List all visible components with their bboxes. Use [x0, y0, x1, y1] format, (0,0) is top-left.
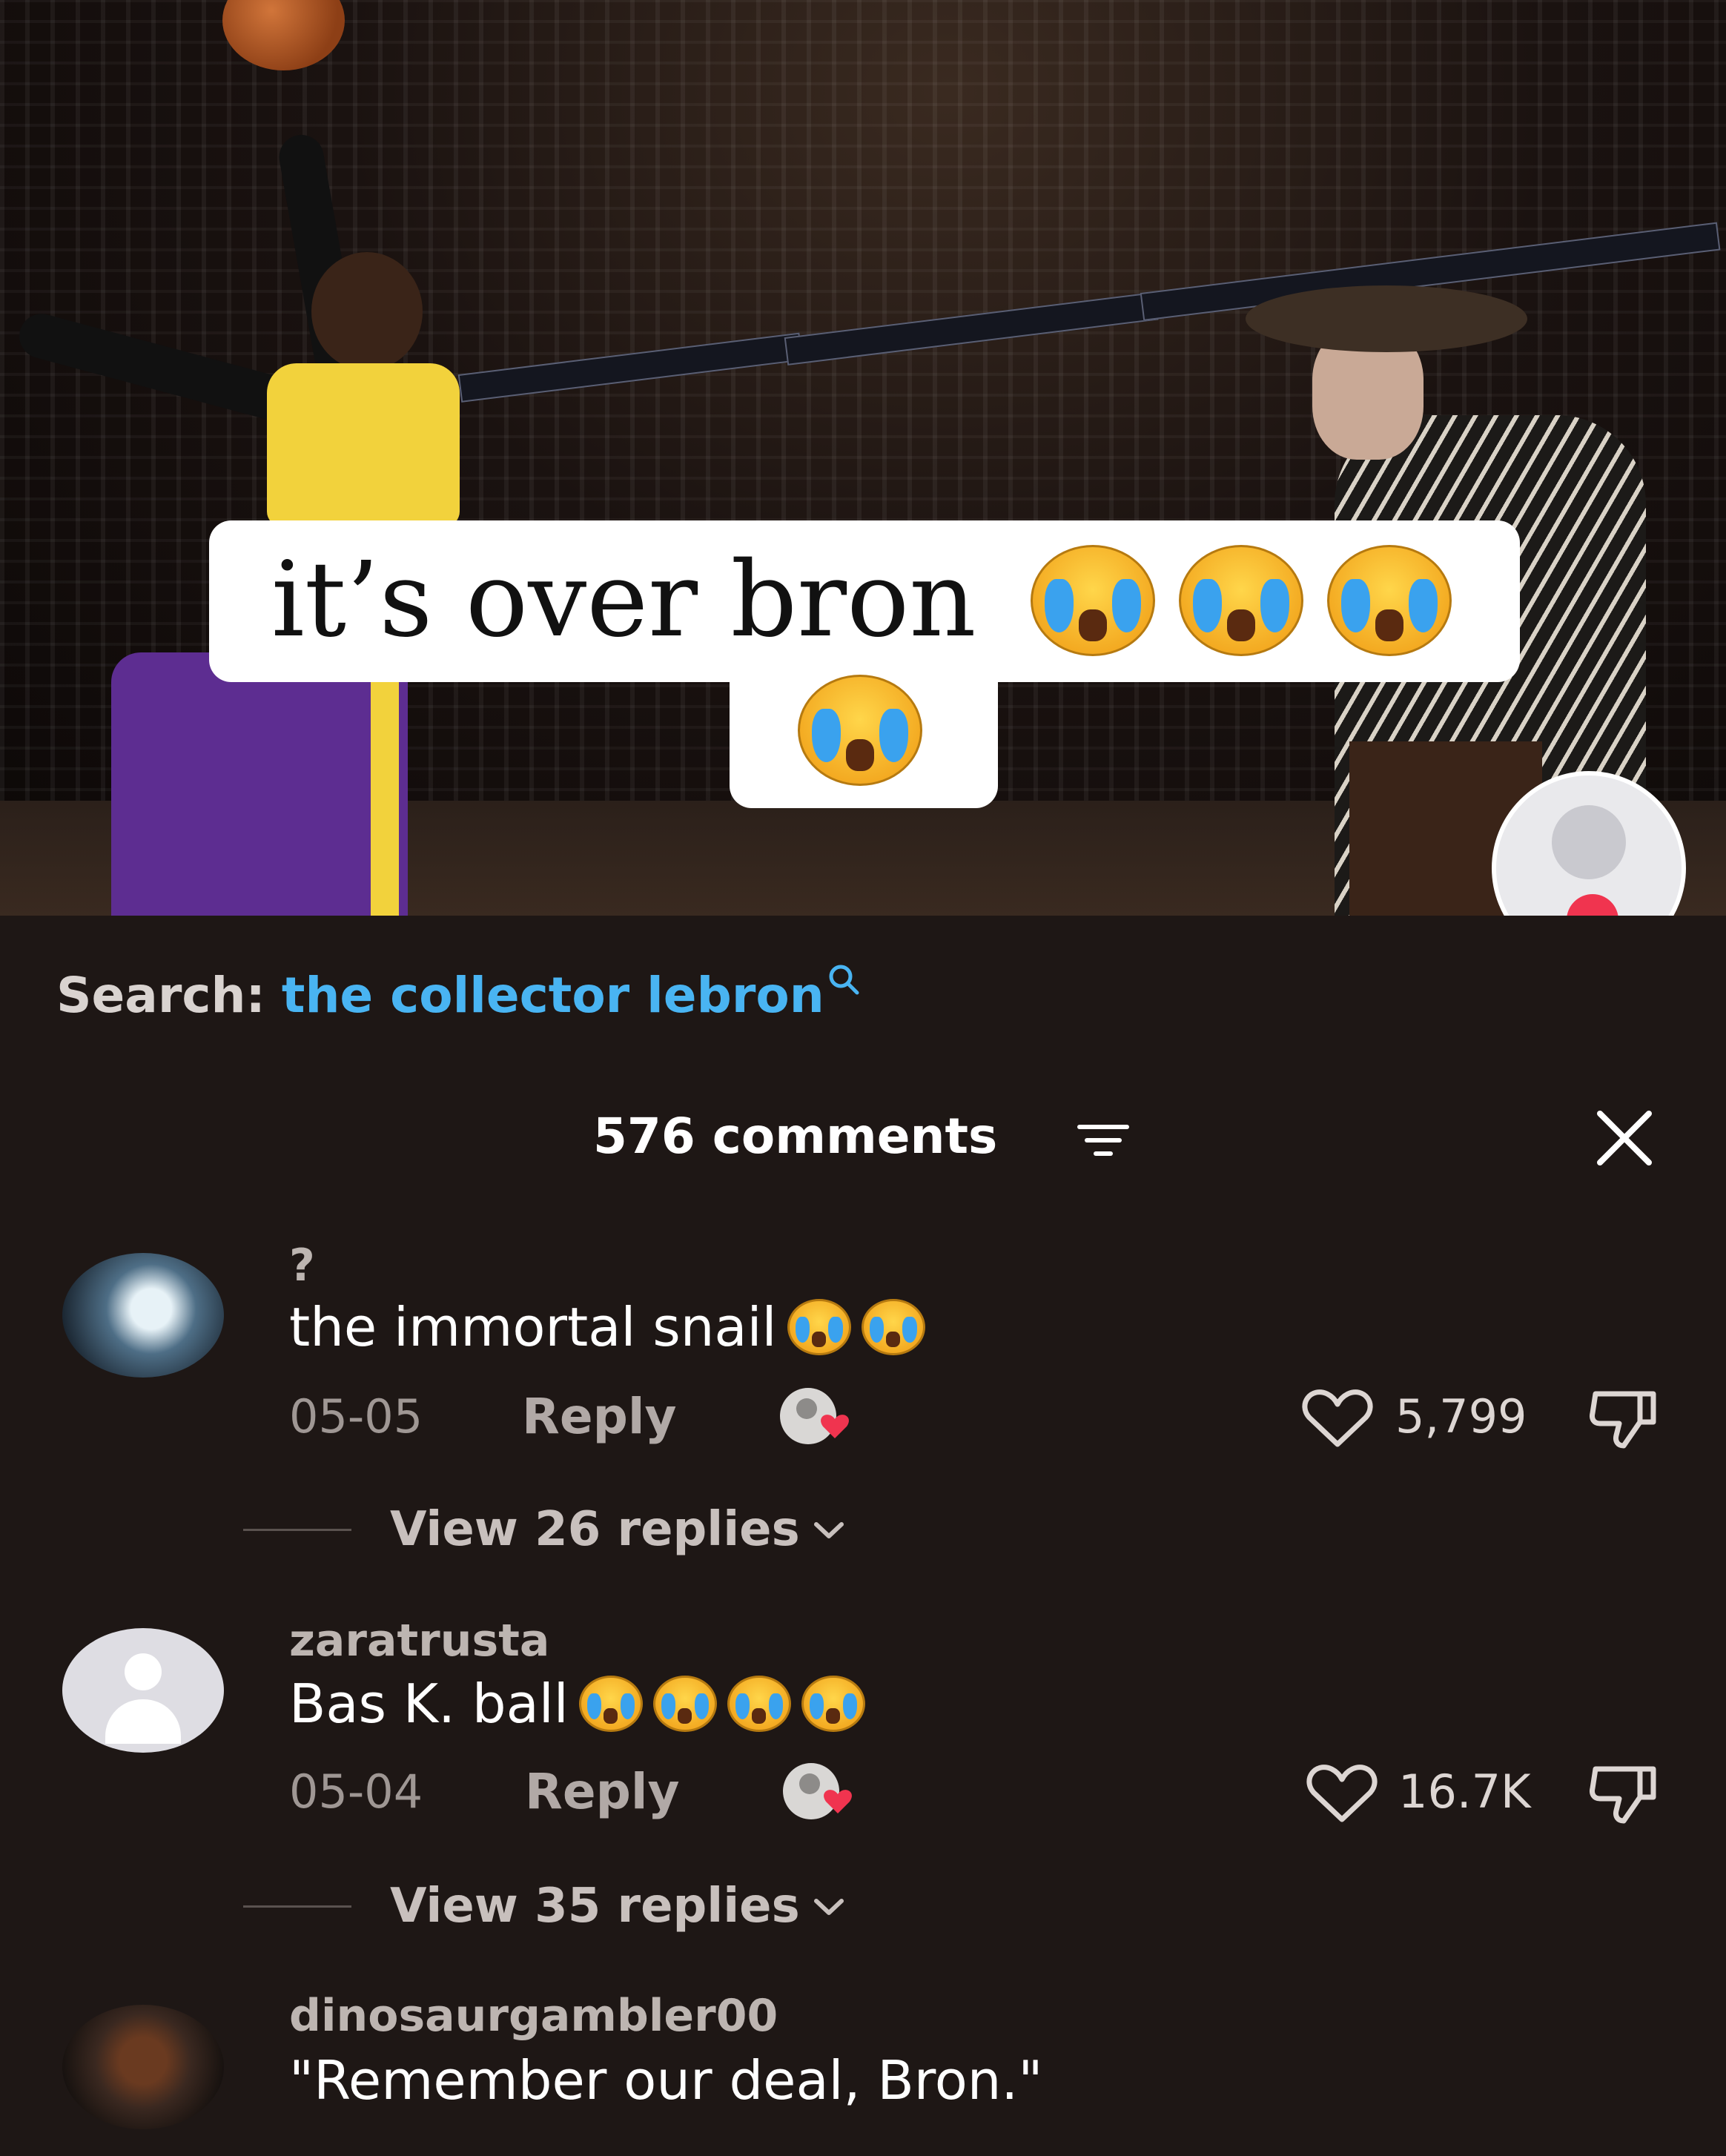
crying-face-icon: [1327, 545, 1452, 656]
comment-text: Bas K. ball: [289, 1673, 865, 1735]
replies-divider: [243, 1529, 351, 1531]
sort-filter-icon[interactable]: [1077, 1120, 1130, 1161]
commenter-avatar[interactable]: [62, 1253, 224, 1378]
comment-text: the immortal snail: [289, 1296, 925, 1358]
man-hat: [1246, 285, 1527, 352]
comment-username[interactable]: ?: [289, 1240, 315, 1292]
player-head: [311, 252, 423, 371]
comment-body: the immortal snail: [289, 1296, 777, 1358]
avatar-placeholder-icon: [1552, 805, 1626, 879]
search-term-link[interactable]: the collector lebron: [282, 967, 824, 1024]
video-caption: it’s over bron: [271, 540, 976, 661]
avatar-placeholder-head: [125, 1653, 162, 1690]
avatar-placeholder-body: [105, 1699, 181, 1744]
view-replies-label: View 26 replies: [390, 1502, 800, 1557]
comments-sheet: [0, 916, 1726, 2156]
crying-face-icon: [801, 1676, 865, 1732]
comment-text: "Remember our deal, Bron.": [289, 2049, 1042, 2112]
heart-like-icon[interactable]: [1306, 1763, 1378, 1824]
commenter-avatar[interactable]: [62, 2005, 224, 2129]
comments-count-title: 576 comments: [593, 1108, 998, 1165]
crying-face-icon: [787, 1299, 851, 1355]
crying-face-icon: [798, 675, 922, 786]
reply-button[interactable]: Reply: [522, 1388, 676, 1445]
crying-face-icon: [861, 1299, 925, 1355]
caption-emoji-second-line: [798, 675, 922, 789]
reply-button[interactable]: Reply: [525, 1763, 679, 1820]
comment-body: Bas K. ball: [289, 1673, 569, 1735]
close-icon[interactable]: [1594, 1108, 1655, 1168]
replies-divider: [243, 1905, 351, 1908]
like-count: 5,799: [1395, 1389, 1527, 1444]
search-suggestion[interactable]: Search: the collector lebron: [56, 962, 860, 1029]
comment-date: 05-04: [289, 1765, 423, 1819]
creator-liked-icon: [780, 1388, 849, 1444]
crying-face-icon: [1031, 545, 1155, 656]
heart-like-icon[interactable]: [1302, 1388, 1373, 1449]
player-jersey: [267, 363, 460, 526]
dislike-icon[interactable]: [1588, 1383, 1658, 1450]
crying-face-icon: [727, 1676, 791, 1732]
view-replies-button[interactable]: View 35 replies: [390, 1879, 846, 1934]
player-shorts: [111, 652, 408, 916]
video-player[interactable]: it’s over bron: [0, 0, 1726, 916]
search-label: Search:: [56, 967, 265, 1024]
follow-plus-icon[interactable]: [1567, 894, 1618, 916]
crying-face-icon: [578, 1676, 643, 1732]
comment-username[interactable]: zaratrusta: [289, 1615, 549, 1667]
like-count: 16.7K: [1398, 1765, 1531, 1819]
comment-body: "Remember our deal, Bron.": [289, 2049, 1043, 2112]
caption-emojis: [1031, 545, 1452, 656]
crying-face-icon: [1179, 545, 1303, 656]
view-replies-button[interactable]: View 26 replies: [390, 1502, 846, 1557]
chevron-down-icon: [813, 1899, 844, 1915]
view-replies-label: View 35 replies: [390, 1879, 800, 1934]
comment-date: 05-05: [289, 1389, 423, 1444]
search-icon[interactable]: [827, 963, 860, 996]
chevron-down-icon: [813, 1522, 844, 1538]
dislike-icon[interactable]: [1588, 1759, 1658, 1825]
creator-liked-icon: [783, 1763, 852, 1819]
shorts-stripe: [371, 667, 399, 916]
commenter-avatar[interactable]: [62, 1628, 224, 1753]
comment-username[interactable]: dinosaurgambler00: [289, 1990, 778, 2042]
crying-face-icon: [652, 1676, 717, 1732]
